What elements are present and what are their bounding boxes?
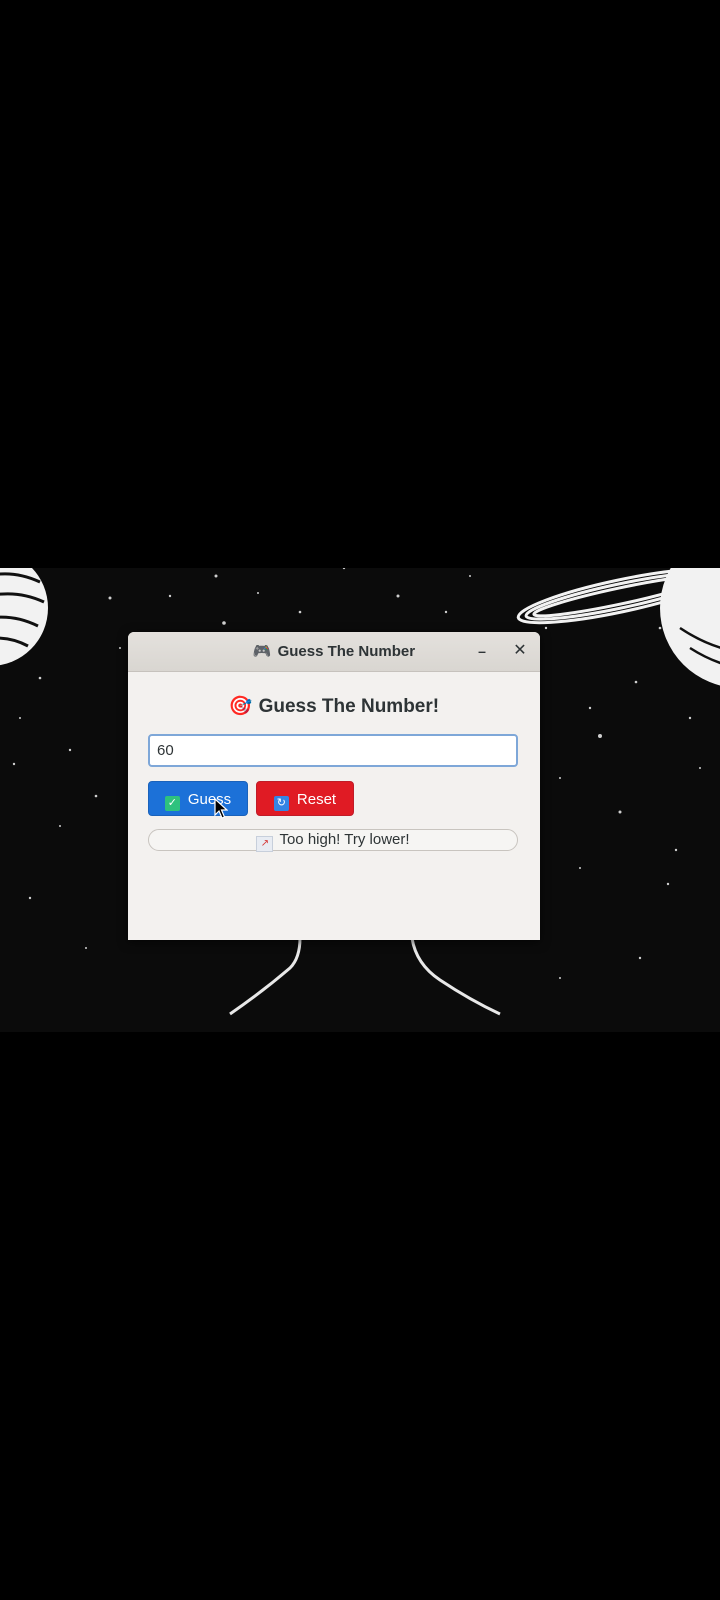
window-title-text: Guess The Number bbox=[277, 643, 416, 660]
minimize-icon: – bbox=[478, 643, 486, 659]
close-icon: ✕ bbox=[513, 642, 527, 659]
guess-number-window: 🎮 Guess The Number – ✕ 🎯 Guess The Number!… bbox=[128, 632, 540, 940]
status-text: Too high! Try lower! bbox=[279, 831, 410, 848]
checkmark-icon: ✓ bbox=[164, 796, 180, 811]
guess-input[interactable] bbox=[148, 734, 518, 767]
game-heading: 🎯 Guess The Number! bbox=[148, 694, 520, 720]
chart-icon: ↗ bbox=[256, 836, 274, 852]
window-content: 🎯Guess The Number! ✓Guess ↻ Reset ↗ Too hi… bbox=[128, 694, 540, 852]
window-titlebar[interactable]: 🎮 Guess The Number – ✕ bbox=[128, 632, 540, 672]
game-heading-text: Guess The Number! bbox=[258, 696, 440, 717]
close-button[interactable]: ✕ bbox=[508, 639, 532, 663]
button-row: ✓ Guess ↻ Reset bbox=[148, 781, 520, 816]
refresh-icon: ↻ bbox=[273, 796, 289, 811]
target-icon: 🎯 bbox=[228, 696, 253, 717]
status-message: ↗ Too high! Try lower! bbox=[148, 829, 518, 852]
guess-button[interactable]: ✓ Guess bbox=[148, 781, 248, 816]
minimize-button[interactable]: – bbox=[470, 639, 494, 663]
reset-button-label: Reset bbox=[296, 791, 337, 808]
reset-button[interactable]: ↻ Reset bbox=[256, 781, 354, 816]
gamepad-icon: 🎮 bbox=[252, 643, 272, 660]
mouse-pointer-icon bbox=[214, 798, 228, 819]
